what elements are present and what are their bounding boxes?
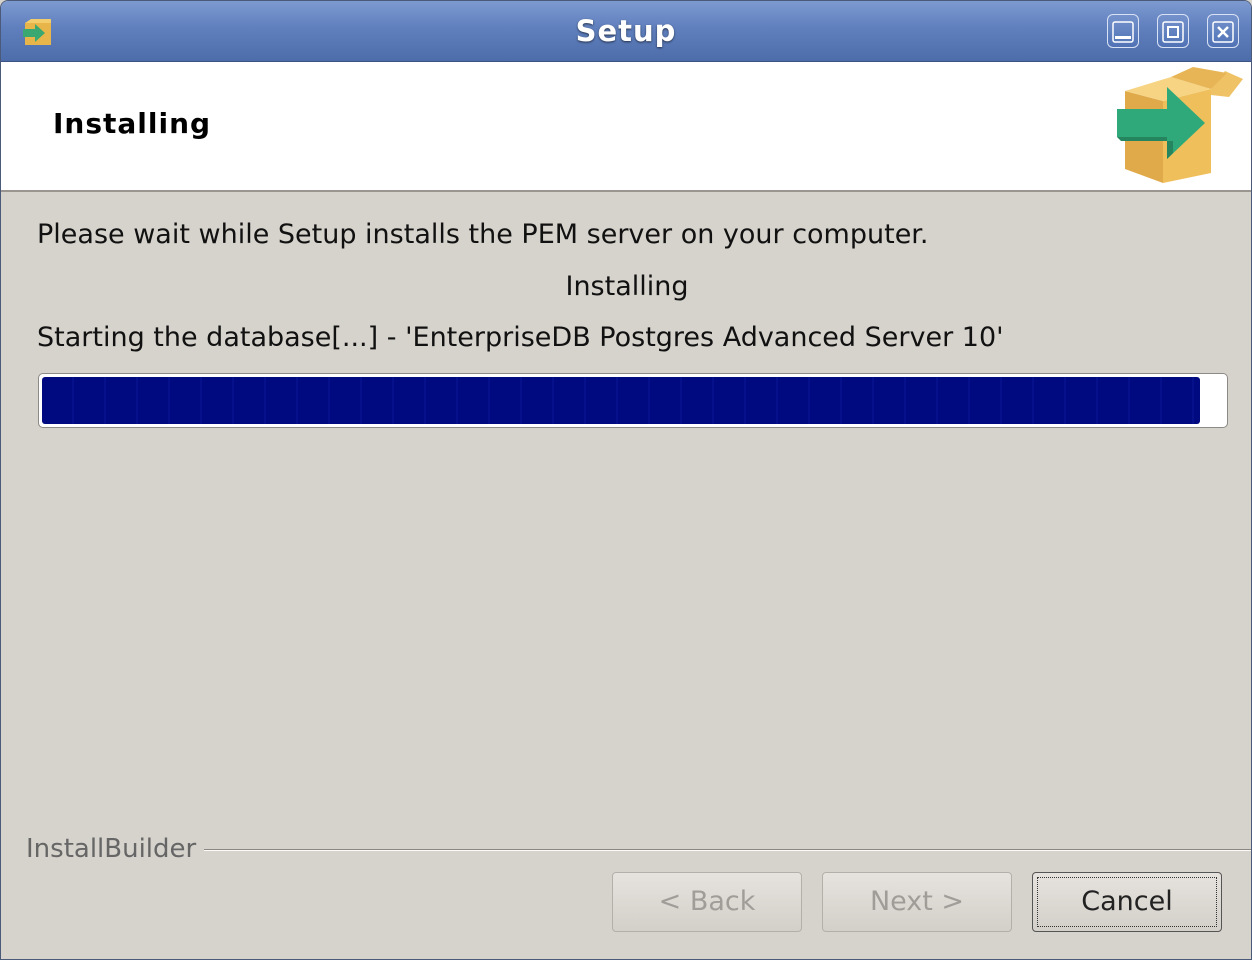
maximize-icon [1162,21,1184,43]
brand-label: InstallBuilder [26,834,205,864]
status-label: Installing [565,271,689,302]
footer-divider [26,849,1251,851]
back-button[interactable]: < Back [612,872,802,932]
page-header: Installing [1,62,1251,192]
next-button[interactable]: Next > [822,872,1012,932]
page-title: Installing [53,107,212,140]
progress-fill [42,377,1200,424]
minimize-button[interactable] [1107,14,1139,48]
minimize-icon [1112,21,1134,43]
setup-window: Setup Installing Please wait while Setup… [0,0,1252,960]
progress-detail: Starting the database[...] - 'Enterprise… [37,322,1004,353]
maximize-button[interactable] [1157,14,1189,48]
intro-text: Please wait while Setup installs the PEM… [37,219,929,250]
close-icon [1212,21,1234,43]
installer-logo-icon [1117,67,1243,183]
title-bar[interactable]: Setup [1,1,1251,62]
cancel-button[interactable]: Cancel [1032,872,1222,932]
window-title: Setup [575,14,677,48]
close-button[interactable] [1207,14,1239,48]
progress-bar [38,373,1228,428]
